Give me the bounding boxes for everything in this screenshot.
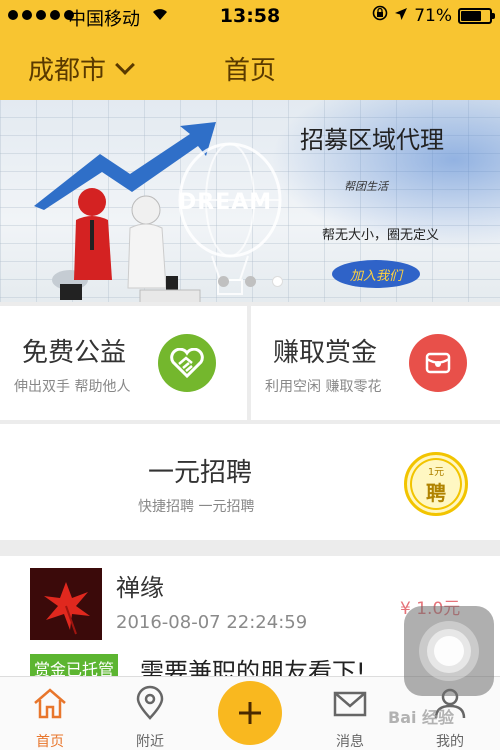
banner-brand: 帮团生活 <box>344 180 388 193</box>
recruit-seal-icon: 1元 聘 <box>404 452 468 516</box>
battery-icon <box>458 7 495 24</box>
pager-dot-active[interactable] <box>272 276 283 287</box>
plus-icon <box>239 702 261 724</box>
bounty-card[interactable]: 赚取赏金 利用空闲 赚取零花 <box>251 306 500 420</box>
nav-bar: 成都市 首页 <box>0 40 500 96</box>
item-thumbnail <box>30 568 102 640</box>
promo-banner[interactable]: DREAM 招募区域代理 帮团生活 帮无大小，圈无定义 加入我们 <box>0 100 500 302</box>
status-right: 71% <box>372 5 495 26</box>
banner-title: 招募区域代理 <box>300 126 444 154</box>
item-name: 禅缘 <box>116 574 164 602</box>
status-bar: 中国移动 13:58 71% <box>0 0 500 34</box>
top-bar: 中国移动 13:58 71% 成都市 首页 <box>0 0 500 100</box>
page-title: 首页 <box>223 56 276 86</box>
balloon-text: DREAM <box>178 190 273 215</box>
location-pin-icon <box>136 685 164 720</box>
location-arrow-icon <box>394 6 408 26</box>
battery-percent: 71% <box>414 5 452 26</box>
banner-slogan: 帮无大小，圈无定义 <box>322 228 440 243</box>
banner-pager <box>218 276 283 287</box>
recruit-subtitle: 快捷招聘 一元招聘 <box>138 499 255 515</box>
home-icon <box>34 688 66 719</box>
item-timestamp: 2016-08-07 22:24:59 <box>116 612 308 633</box>
charity-subtitle: 伸出双手 帮助他人 <box>14 379 131 395</box>
tab-label: 附近 <box>136 734 164 750</box>
bounty-title: 赚取赏金 <box>273 338 378 368</box>
pager-dot[interactable] <box>245 276 256 287</box>
tab-label: 我的 <box>436 734 464 750</box>
post-button[interactable] <box>218 681 282 745</box>
assistive-touch-button[interactable] <box>404 606 494 696</box>
tab-label: 首页 <box>36 734 64 750</box>
mail-icon <box>333 691 367 717</box>
red-envelope-icon <box>409 334 467 392</box>
charity-title: 免费公益 <box>22 338 127 368</box>
tab-nearby[interactable]: 附近 <box>100 677 200 750</box>
charity-card[interactable]: 免费公益 伸出双手 帮助他人 <box>0 306 247 420</box>
bounty-subtitle: 利用空闲 赚取零花 <box>265 379 382 395</box>
join-us-button[interactable]: 加入我们 <box>332 260 420 288</box>
seal-main-text: 聘 <box>426 481 446 505</box>
assist-ring-inner <box>434 636 464 666</box>
handshake-heart-icon <box>158 334 216 392</box>
tab-home[interactable]: 首页 <box>0 677 100 750</box>
seal-top-text: 1元 <box>427 467 445 478</box>
tab-label: 消息 <box>336 734 364 750</box>
pager-dot[interactable] <box>218 276 229 287</box>
tab-messages[interactable]: 消息 <box>300 677 400 750</box>
recruit-card[interactable]: 一元招聘 快捷招聘 一元招聘 1元 聘 <box>0 424 500 540</box>
watermark: Bai 经验 <box>388 708 455 727</box>
rotation-lock-icon <box>372 5 388 26</box>
recruit-title: 一元招聘 <box>148 458 253 488</box>
